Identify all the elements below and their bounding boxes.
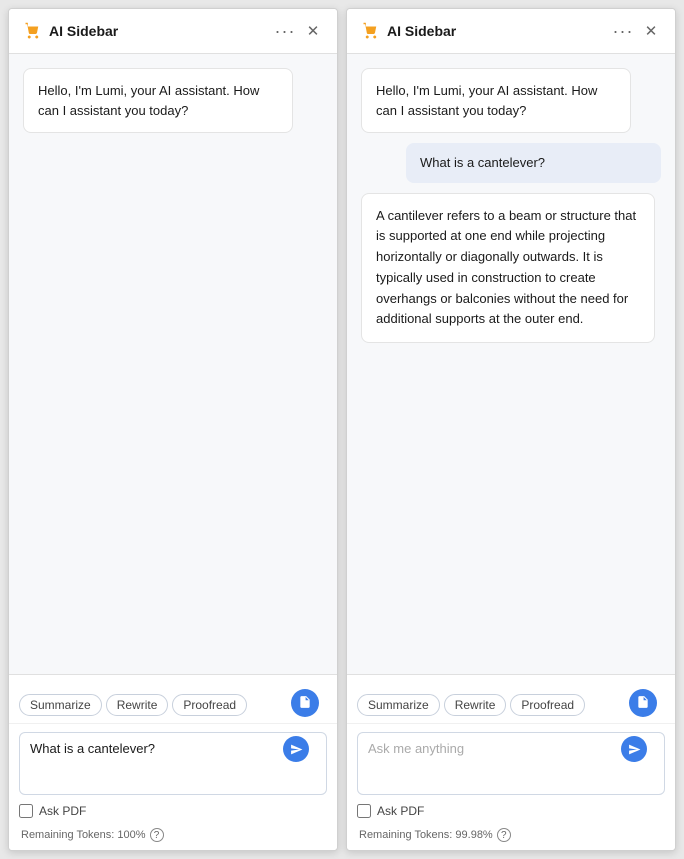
left-tokens-row: Remaining Tokens: 100% ? — [9, 824, 337, 850]
left-ask-pdf-row: Ask PDF — [9, 804, 337, 824]
right-footer: Summarize Rewrite Proofread ⋮ Ask PDF Re… — [347, 674, 675, 850]
right-input-area — [347, 724, 675, 804]
right-header: AI Sidebar ··· ✕ — [347, 9, 675, 54]
right-doc-button[interactable] — [629, 689, 657, 717]
right-ask-pdf-checkbox[interactable] — [357, 804, 371, 818]
right-send-button[interactable] — [621, 736, 647, 762]
left-sidebar: AI Sidebar ··· ✕ Hello, I'm Lumi, your A… — [8, 8, 338, 851]
right-close-icon[interactable]: ✕ — [639, 19, 663, 43]
right-tokens-row: Remaining Tokens: 99.98% ? — [347, 824, 675, 850]
left-proofread-chip[interactable]: Proofread — [172, 694, 247, 716]
left-sidebar-title: AI Sidebar — [49, 23, 269, 39]
right-sidebar: AI Sidebar ··· ✕ Hello, I'm Lumi, your A… — [346, 8, 676, 851]
left-more-icon[interactable]: ··· — [273, 19, 297, 43]
right-proofread-chip[interactable]: Proofread — [510, 694, 585, 716]
right-quick-actions: Summarize Rewrite Proofread ⋮ — [347, 687, 675, 724]
left-quick-actions: Summarize Rewrite Proofread ⋮ — [9, 687, 337, 724]
right-input-wrapper — [357, 732, 665, 798]
left-chat-body: Hello, I'm Lumi, your AI assistant. How … — [9, 54, 337, 674]
right-user-message: What is a cantelever? — [406, 143, 661, 183]
right-sidebar-title: AI Sidebar — [387, 23, 607, 39]
left-ask-pdf-checkbox[interactable] — [19, 804, 33, 818]
right-chat-body: Hello, I'm Lumi, your AI assistant. How … — [347, 54, 675, 674]
left-header: AI Sidebar ··· ✕ — [9, 9, 337, 54]
right-cart-icon[interactable] — [359, 19, 383, 43]
left-chat-input[interactable]: What is a cantelever? — [19, 732, 327, 795]
left-rewrite-chip[interactable]: Rewrite — [106, 694, 169, 716]
right-chat-input[interactable] — [357, 732, 665, 795]
left-doc-button[interactable] — [291, 689, 319, 717]
left-summarize-chip[interactable]: Summarize — [19, 694, 102, 716]
doc-icon — [298, 695, 312, 712]
left-send-button[interactable] — [283, 736, 309, 762]
right-ask-pdf-row: Ask PDF — [347, 804, 675, 824]
right-tokens-help-icon[interactable]: ? — [497, 828, 511, 842]
cart-icon[interactable] — [21, 19, 45, 43]
left-close-icon[interactable]: ✕ — [301, 19, 325, 43]
left-ask-pdf-label[interactable]: Ask PDF — [39, 804, 86, 818]
right-doc-icon — [636, 695, 650, 712]
left-ai-greeting: Hello, I'm Lumi, your AI assistant. How … — [23, 68, 293, 133]
left-tokens-help-icon[interactable]: ? — [150, 828, 164, 842]
right-summarize-chip[interactable]: Summarize — [357, 694, 440, 716]
right-tokens-text: Remaining Tokens: 99.98% — [359, 829, 493, 841]
left-input-area: What is a cantelever? — [9, 724, 337, 804]
right-rewrite-chip[interactable]: Rewrite — [444, 694, 507, 716]
left-tokens-text: Remaining Tokens: 100% — [21, 829, 146, 841]
left-input-wrapper: What is a cantelever? — [19, 732, 327, 798]
left-footer: Summarize Rewrite Proofread ⋮ What is a … — [9, 674, 337, 850]
right-ai-response: A cantilever refers to a beam or structu… — [361, 193, 655, 344]
right-ai-greeting: Hello, I'm Lumi, your AI assistant. How … — [361, 68, 631, 133]
right-ask-pdf-label[interactable]: Ask PDF — [377, 804, 424, 818]
right-more-icon[interactable]: ··· — [611, 19, 635, 43]
